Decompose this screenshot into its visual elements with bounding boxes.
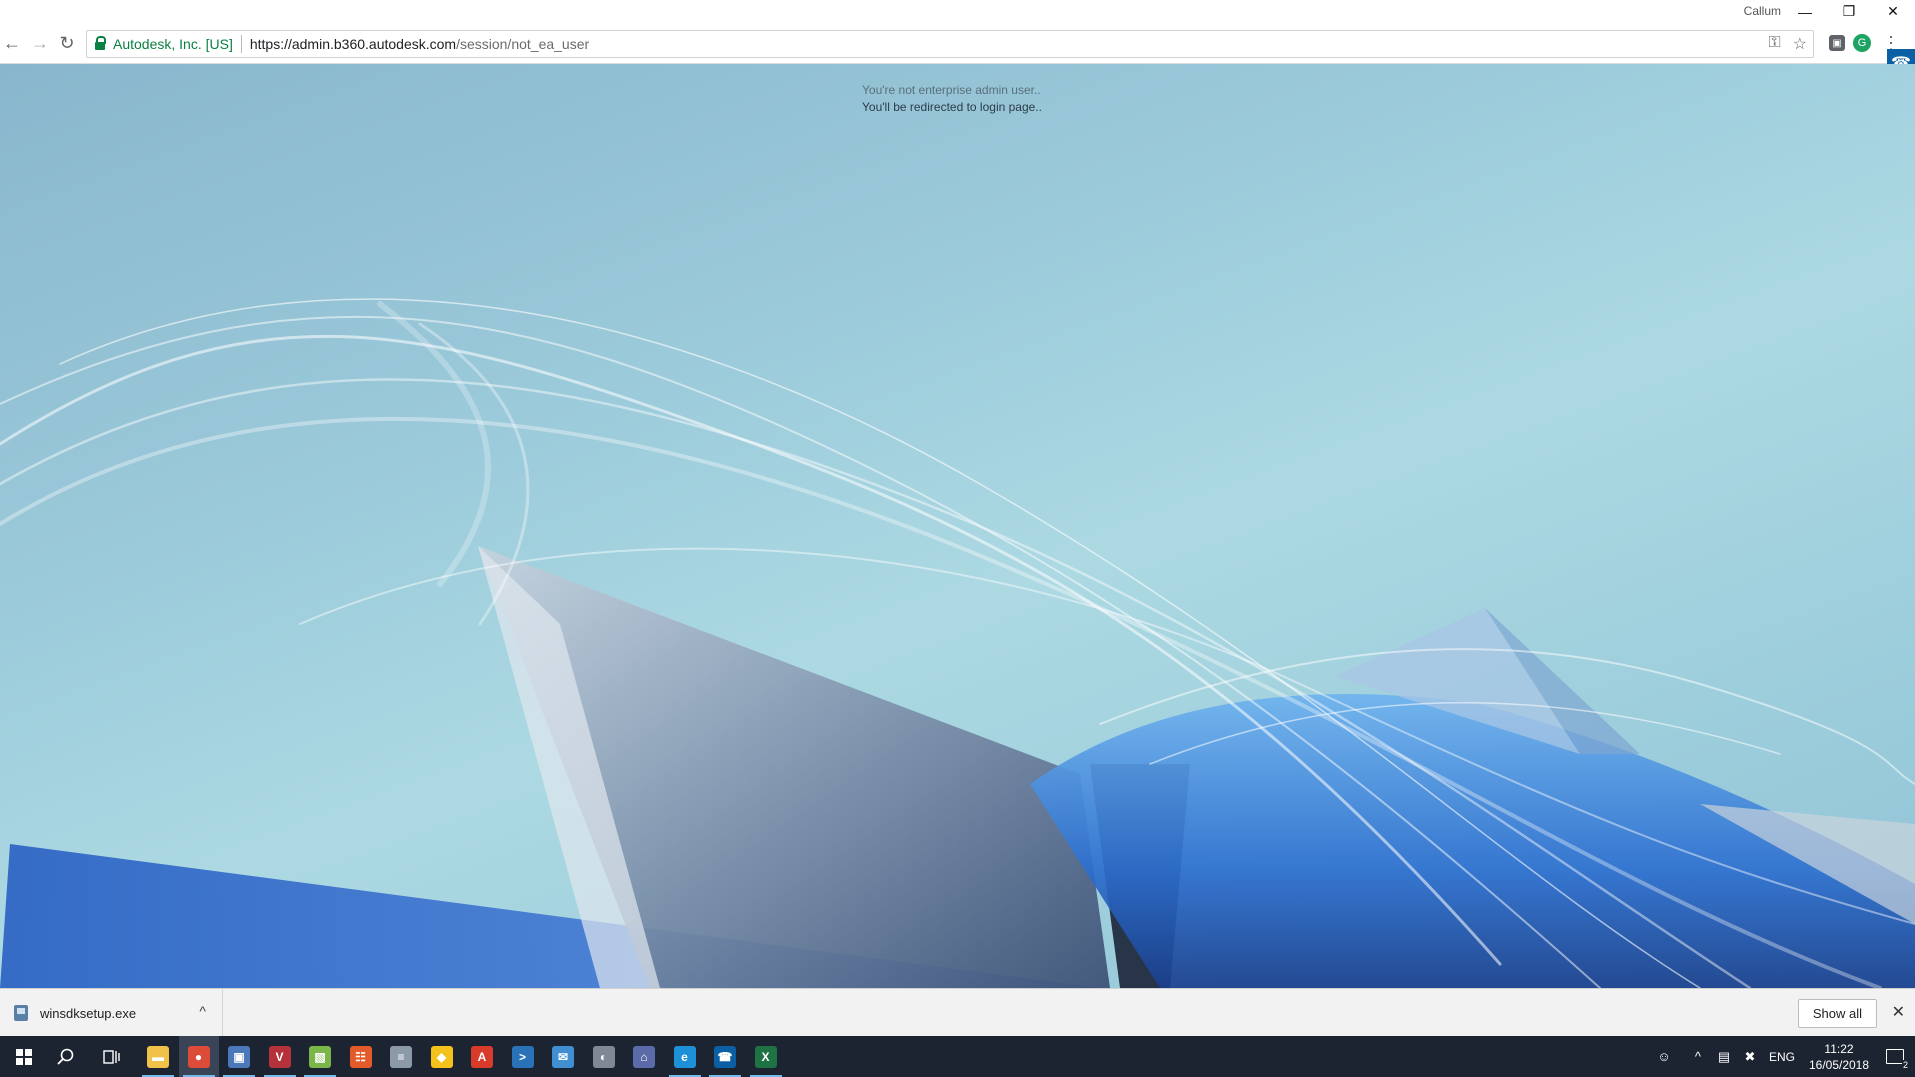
minimize-button[interactable]: — xyxy=(1783,0,1827,23)
close-button[interactable]: ✕ xyxy=(1871,0,1915,23)
action-center-button[interactable]: 2 xyxy=(1875,1036,1915,1077)
taskbar-app-app-grid[interactable]: ☷ xyxy=(341,1036,381,1077)
task-view-button[interactable] xyxy=(88,1036,136,1077)
reload-icon[interactable]: ↻ xyxy=(55,31,79,55)
notification-icon: 2 xyxy=(1886,1049,1909,1070)
url-path[interactable]: /session/not_ea_user xyxy=(456,36,589,52)
close-shelf-icon[interactable]: ✕ xyxy=(1892,1002,1905,1022)
windows-taskbar: ▬ ● ▣ V ▧ ☷ ≡ ◆ A > ✉ ◐ ⌂ e ☎ X ☺ ^ ▤ ✖ ENG 11:22 16/05… xyxy=(0,1036,1915,1077)
back-icon[interactable]: ← xyxy=(0,31,24,55)
taskbar-app-chrome[interactable]: ● xyxy=(178,1036,219,1077)
grammarly-icon[interactable]: G xyxy=(1853,34,1871,52)
volume-muted-icon[interactable]: ✖ xyxy=(1737,1049,1763,1065)
taskbar-app-file-explorer[interactable]: ▬ xyxy=(138,1036,178,1077)
excel-icon: X xyxy=(754,1045,777,1068)
background-artwork xyxy=(0,298,1915,988)
taskbar-app-network-tool[interactable]: ⌂ xyxy=(624,1036,664,1077)
taskbar-app-vnc-viewer[interactable]: V xyxy=(260,1036,300,1077)
extension-icon[interactable]: ▣ xyxy=(1829,35,1845,51)
ev-certificate-name[interactable]: Autodesk, Inc. [US] xyxy=(113,36,233,52)
vnc-viewer-icon: V xyxy=(268,1045,291,1068)
clock-time: 11:22 xyxy=(1824,1041,1854,1056)
taskbar-app-notepad[interactable]: ≡ xyxy=(381,1036,421,1077)
phone-icon: ☎ xyxy=(714,1045,736,1068)
chevron-up-icon[interactable]: ^ xyxy=(199,1003,206,1019)
browser-toolbar: ← → ↻ Autodesk, Inc. [US] https://admin.… xyxy=(0,23,1915,64)
taskbar-app-powershell[interactable]: > xyxy=(503,1036,543,1077)
redirect-notice: You'll be redirected to login page.. xyxy=(862,100,1042,114)
taskbar-app-acrobat[interactable]: A xyxy=(462,1036,502,1077)
taskbar-app-keepass[interactable]: ◆ xyxy=(422,1036,462,1077)
internet-explorer-icon: e xyxy=(673,1045,696,1068)
profile-name[interactable]: Callum xyxy=(1736,3,1789,19)
download-shelf: winsdksetup.exe ^ Show all ✕ xyxy=(0,988,1915,1037)
star-icon[interactable]: ☆ xyxy=(1793,34,1807,54)
notification-count: 2 xyxy=(1901,1060,1909,1070)
taskbar-app-internet-explorer[interactable]: e xyxy=(665,1036,705,1077)
omnibox-actions: ⚿ ☆ xyxy=(1768,34,1807,54)
redirect-message: You're not enterprise admin user.. You'l… xyxy=(862,82,1042,116)
restore-button[interactable]: ❐ xyxy=(1827,0,1871,23)
file-explorer-icon: ▬ xyxy=(147,1045,169,1068)
taskbar-app-vmware[interactable]: ▧ xyxy=(300,1036,340,1077)
taskbar-app-mouse-tool[interactable]: ◐ xyxy=(584,1036,624,1077)
taskbar-app-excel[interactable]: X xyxy=(746,1036,786,1077)
keepass-icon: ◆ xyxy=(430,1045,453,1068)
app-grid-icon: ☷ xyxy=(349,1045,372,1068)
search-button[interactable] xyxy=(42,1036,90,1077)
network-tool-icon: ⌂ xyxy=(633,1045,655,1068)
taskbar-app-outlook-mail[interactable]: ✉ xyxy=(543,1036,583,1077)
search-icon xyxy=(57,1048,74,1065)
show-all-button[interactable]: Show all xyxy=(1797,999,1877,1028)
omnibox-separator xyxy=(240,35,242,53)
notepad-icon: ≡ xyxy=(390,1045,412,1068)
remote-desktop-icon: ▣ xyxy=(228,1045,250,1068)
lock-icon[interactable] xyxy=(95,36,106,50)
mouse-tool-icon: ◐ xyxy=(592,1045,615,1068)
clock[interactable]: 11:22 16/05/2018 xyxy=(1803,1041,1875,1073)
outlook-mail-icon: ✉ xyxy=(552,1045,574,1068)
people-icon[interactable]: ☺ xyxy=(1651,1049,1677,1064)
forward-icon[interactable]: → xyxy=(28,31,52,55)
taskbar-app-remote-desktop[interactable]: ▣ xyxy=(219,1036,259,1077)
clock-date: 16/05/2018 xyxy=(1808,1057,1870,1072)
address-bar[interactable]: Autodesk, Inc. [US] https://admin.b360.a… xyxy=(86,30,1814,58)
acrobat-icon: A xyxy=(471,1045,493,1068)
page-content: You're not enterprise admin user.. You'l… xyxy=(0,64,1915,988)
chrome-icon: ● xyxy=(187,1045,210,1068)
key-icon[interactable]: ⚿ xyxy=(1768,34,1780,54)
system-tray: ☺ ^ ▤ ✖ ENG 11:22 16/05/2018 2 xyxy=(1651,1036,1915,1077)
not-admin-message: You're not enterprise admin user.. xyxy=(862,83,1041,97)
windows-logo-icon xyxy=(16,1048,32,1065)
language-indicator[interactable]: ENG xyxy=(1769,1050,1795,1064)
network-icon[interactable]: ▤ xyxy=(1711,1049,1737,1065)
download-file-name[interactable]: winsdksetup.exe xyxy=(40,1006,136,1021)
chevron-up-icon[interactable]: ^ xyxy=(1685,1049,1711,1064)
taskbar-app-phone[interactable]: ☎ xyxy=(705,1036,745,1077)
download-item[interactable]: winsdksetup.exe ^ xyxy=(0,989,223,1037)
installer-icon xyxy=(14,1005,28,1021)
powershell-icon: > xyxy=(511,1045,534,1068)
url-host[interactable]: https://admin.b360.autodesk.com xyxy=(250,36,456,52)
window-titlebar: Callum — ❐ ✕ xyxy=(0,0,1915,23)
task-view-icon xyxy=(103,1049,120,1064)
start-button[interactable] xyxy=(0,1036,48,1077)
vmware-icon: ▧ xyxy=(309,1045,331,1068)
